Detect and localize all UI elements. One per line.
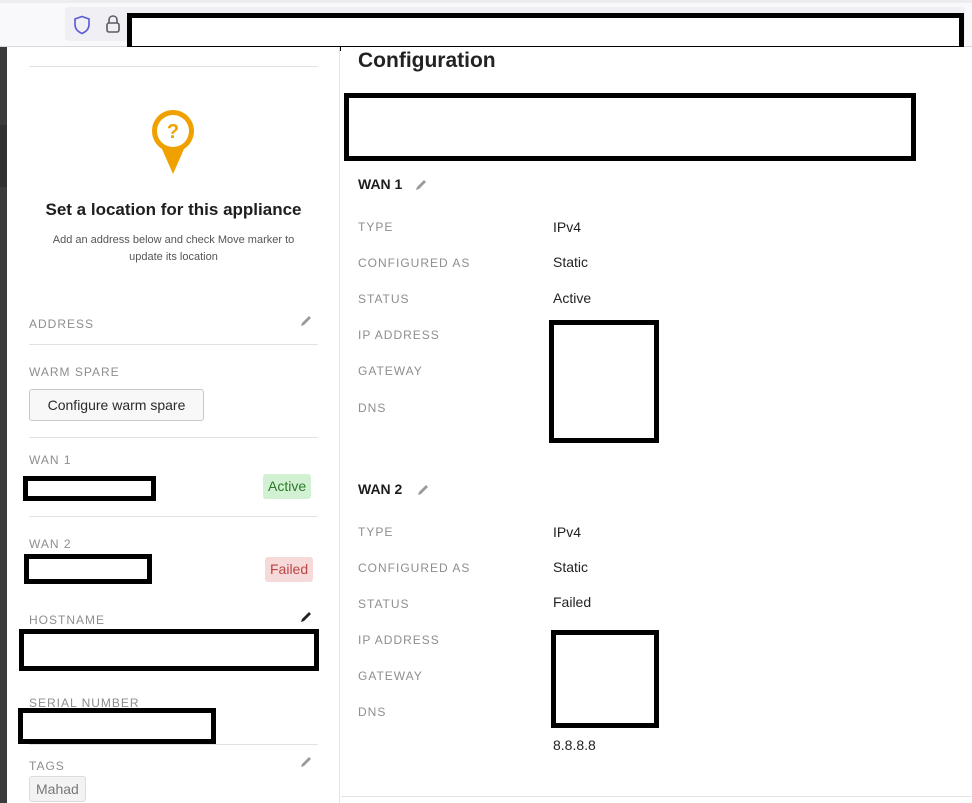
edit-hostname-pencil-icon[interactable] [299, 610, 313, 624]
wan1-heading: WAN 1 [358, 176, 403, 192]
divider [29, 516, 318, 517]
lock-icon[interactable] [105, 14, 121, 34]
location-subtitle: Add an address below and check Move mark… [52, 234, 295, 263]
warm-spare-label: WARM SPARE [29, 365, 120, 379]
wan1-status-value: Active [553, 290, 592, 306]
wan1-configured-as-value: Static [553, 254, 589, 270]
wan2-configured-as-value: Static [553, 559, 589, 575]
browser-toolbar [0, 0, 972, 51]
hostname-redacted [19, 629, 319, 671]
configure-warm-spare-button[interactable]: Configure warm spare [29, 389, 204, 421]
wan2-ip-redacted [24, 554, 152, 584]
divider [29, 66, 318, 67]
wan2-type-label: TYPE [358, 525, 394, 539]
question-map-pin-icon: ? [152, 110, 194, 174]
wan1-gateway-label: GATEWAY [358, 364, 423, 378]
edit-wan1-pencil-icon[interactable] [414, 178, 428, 192]
edit-address-pencil-icon[interactable] [299, 314, 313, 328]
tags-label: TAGS [29, 759, 65, 773]
wan2-ip-address-label: IP ADDRESS [358, 633, 440, 647]
wan1-type-value: IPv4 [553, 219, 582, 235]
wan2-dns-label: DNS [358, 705, 387, 719]
edit-wan2-pencil-icon[interactable] [416, 483, 430, 497]
wan2-label: WAN 2 [29, 537, 72, 551]
serial-number-redacted [18, 708, 216, 744]
tab-strip [0, 0, 972, 3]
wan1-label: WAN 1 [29, 453, 72, 467]
configuration-panel: Configuration WAN 1 TYPE IPv4 CONFIGURED… [341, 47, 972, 803]
wan2-status-badge: Failed [265, 557, 314, 582]
wan2-gateway-label: GATEWAY [358, 669, 423, 683]
divider [341, 796, 972, 797]
wan1-ip-address-label: IP ADDRESS [358, 328, 440, 342]
wan2-status-label: STATUS [358, 597, 410, 611]
app-nav-rail [0, 47, 7, 803]
wan2-network-values-redacted [551, 630, 659, 728]
wan2-status-value: Failed [553, 594, 592, 610]
wan1-type-label: TYPE [358, 220, 394, 234]
page-title: Configuration [358, 49, 496, 72]
wan2-configured-as-label: CONFIGURED AS [358, 561, 471, 575]
url-redacted [127, 13, 964, 51]
wan2-heading: WAN 2 [358, 481, 403, 497]
appliance-sidebar: ? Set a location for this appliance Add … [7, 47, 340, 803]
hostname-label: HOSTNAME [29, 613, 106, 627]
address-label: ADDRESS [29, 317, 95, 331]
wan1-dns-label: DNS [358, 401, 387, 415]
location-title: Set a location for this appliance [45, 200, 302, 219]
wan1-ip-redacted [23, 476, 156, 501]
wan2-type-value: IPv4 [553, 524, 582, 540]
wan1-status-badge: Active [263, 474, 312, 499]
wan2-dns-secondary-value: 8.8.8.8 [553, 737, 596, 753]
shield-icon[interactable] [73, 15, 91, 35]
divider [29, 744, 318, 745]
wan1-configured-as-label: CONFIGURED AS [358, 256, 471, 270]
divider [29, 344, 318, 345]
divider [29, 437, 318, 438]
config-summary-redacted [344, 93, 916, 161]
wan1-status-label: STATUS [358, 292, 410, 306]
svg-text:?: ? [167, 121, 179, 143]
edit-tags-pencil-icon[interactable] [299, 755, 313, 769]
tag-chip[interactable]: Mahad [29, 776, 86, 802]
wan1-network-values-redacted [549, 320, 659, 443]
